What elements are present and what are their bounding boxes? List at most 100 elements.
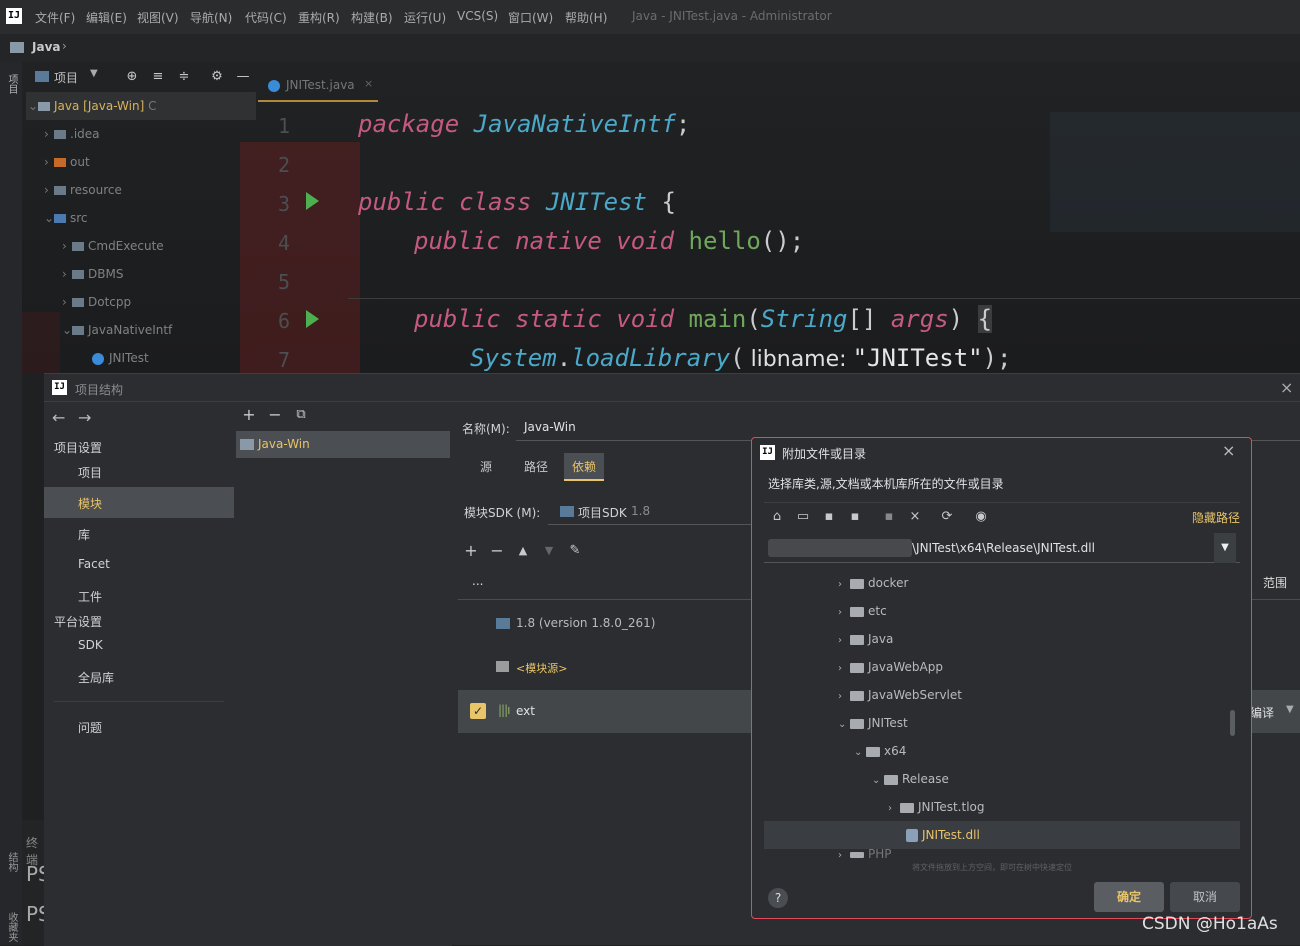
line-number: 2 (278, 153, 291, 177)
menu-file[interactable]: 文件(F) (35, 9, 75, 26)
chevron-right-icon: › (62, 39, 67, 53)
nav-item-global-libraries[interactable]: 全局库 (78, 669, 114, 686)
remove-dependency-icon[interactable]: − (488, 542, 506, 560)
module-icon (240, 439, 254, 450)
tree-item[interactable]: › etc (838, 597, 1240, 625)
hide-path-link[interactable]: 隐藏路径 (1192, 509, 1240, 526)
path-input[interactable]: \JNITest\x64\Release\JNITest.dll ▼ (764, 533, 1240, 563)
show-hidden-icon[interactable]: ◉ (972, 508, 990, 526)
new-folder-icon[interactable]: ▪ (880, 508, 898, 526)
gear-icon[interactable]: ⚙ (208, 68, 226, 86)
copy-icon[interactable]: ⧉ (292, 406, 310, 424)
menu-run[interactable]: 运行(U) (404, 9, 446, 26)
tree-item[interactable]: ⌄ Release (872, 765, 1240, 793)
scope-select[interactable]: 编译 (1250, 704, 1274, 721)
menu-window[interactable]: 窗口(W) (508, 9, 553, 26)
tree-item[interactable]: › Java (838, 625, 1240, 653)
project-view-label[interactable]: 项目 (54, 69, 78, 86)
editor-tab[interactable]: JNITest.java × (258, 72, 378, 102)
tree-item[interactable]: ⌄ x64 (854, 737, 1240, 765)
delete-icon[interactable]: × (906, 508, 924, 526)
remove-icon[interactable]: − (266, 406, 284, 424)
add-icon[interactable]: + (240, 406, 258, 424)
tree-item[interactable]: › JNITest.tlog (888, 793, 1240, 821)
nav-item-sdk[interactable]: SDK (78, 638, 103, 652)
cancel-button[interactable]: 取消 (1170, 882, 1240, 912)
back-arrow-icon[interactable]: ← (52, 408, 65, 427)
project-dir-icon[interactable]: ▪ (820, 508, 838, 526)
move-up-icon[interactable]: ▲ (514, 542, 532, 560)
favorites-side-tab[interactable]: 收藏夹 (4, 912, 19, 942)
module-row[interactable]: Java-Win (236, 431, 450, 458)
tree-item[interactable]: › JavaWebApp (838, 653, 1240, 681)
chevron-down-icon[interactable]: ▼ (90, 68, 98, 79)
tree-row-cmdexecute[interactable]: › CmdExecute (62, 232, 164, 260)
project-side-tab[interactable]: 项目 (4, 74, 19, 94)
tree-row-dotcpp[interactable]: › Dotcpp (62, 288, 131, 316)
nav-item-artifacts[interactable]: 工件 (78, 588, 102, 605)
edit-icon[interactable]: ✎ (566, 542, 584, 560)
menu-vcs[interactable]: VCS(S) (457, 9, 498, 23)
menu-build[interactable]: 构建(B) (351, 9, 393, 26)
sdk-label: 模块SDK (M): (464, 506, 541, 520)
expand-all-icon[interactable]: ≡ (149, 68, 167, 86)
tab-dependencies[interactable]: 依赖 (564, 453, 605, 481)
nav-item-modules[interactable]: 模块 (78, 495, 102, 512)
tree-item-selected[interactable]: JNITest.dll (764, 821, 1240, 849)
tree-row-resource[interactable]: › resource (44, 176, 122, 204)
menu-view[interactable]: 视图(V) (137, 9, 179, 26)
tree-item[interactable]: ⌄ JNITest (838, 709, 1240, 737)
section-project-settings: 项目设置 (54, 441, 103, 455)
nav-item-libraries[interactable]: 库 (78, 526, 90, 543)
home-icon[interactable]: ⌂ (768, 508, 786, 526)
hide-icon[interactable]: — (234, 68, 252, 86)
nav-item-project[interactable]: 项目 (78, 464, 102, 481)
tab-sources[interactable]: 源 (472, 453, 500, 481)
nav-item-problems[interactable]: 问题 (78, 719, 102, 736)
close-icon[interactable]: × (1280, 378, 1293, 397)
chevron-down-icon[interactable]: ▼ (1214, 533, 1236, 563)
run-gutter-icon[interactable] (306, 192, 319, 210)
tree-row-src[interactable]: ⌄ src (44, 204, 88, 232)
tree-row-javanativeintf[interactable]: ⌄ JavaNativeIntf (62, 316, 172, 344)
forward-arrow-icon[interactable]: → (78, 408, 91, 427)
tree-row-dbms[interactable]: › DBMS (62, 260, 123, 288)
sdk-select[interactable]: 项目SDK (578, 504, 627, 521)
code-editor[interactable]: 1 2 3 4 5 6 7 package JavaNativeIntf; pu… (260, 104, 1300, 373)
line-number: 3 (278, 192, 291, 216)
line-number: 7 (278, 348, 291, 372)
tree-row-idea[interactable]: › .idea (44, 120, 100, 148)
tree-row-out[interactable]: › out (44, 148, 90, 176)
refresh-icon[interactable]: ⟳ (938, 508, 956, 526)
close-icon[interactable]: × (364, 77, 373, 90)
move-down-icon[interactable]: ▼ (540, 542, 558, 560)
method-separator (348, 298, 1300, 299)
name-input[interactable]: Java-Win (524, 420, 576, 434)
add-dependency-icon[interactable]: + (462, 542, 480, 560)
module-dir-icon[interactable]: ▪ (846, 508, 864, 526)
run-gutter-icon[interactable] (306, 310, 319, 328)
ok-button[interactable]: 确定 (1094, 882, 1164, 912)
structure-side-tab[interactable]: 结构 (4, 852, 19, 872)
locate-icon[interactable]: ⊕ (123, 68, 141, 86)
menu-refactor[interactable]: 重构(R) (298, 9, 340, 26)
menu-help[interactable]: 帮助(H) (565, 9, 607, 26)
chevron-down-icon[interactable]: ▼ (1286, 704, 1294, 715)
desktop-icon[interactable]: ▭ (794, 508, 812, 526)
help-icon[interactable]: ? (768, 888, 788, 908)
tree-row-root[interactable]: ⌄ Java [Java-Win] C (26, 92, 256, 120)
tree-item-partial[interactable]: › PHP (838, 849, 1240, 859)
tree-item[interactable]: › docker (838, 569, 1240, 597)
menu-navigate[interactable]: 导航(N) (190, 9, 232, 26)
close-icon[interactable]: × (1222, 441, 1235, 460)
menu-code[interactable]: 代码(C) (245, 9, 287, 26)
tree-row-jnitest[interactable]: JNITest (92, 344, 149, 372)
breadcrumb-project[interactable]: Java (32, 40, 60, 54)
menu-edit[interactable]: 编辑(E) (86, 9, 127, 26)
collapse-all-icon[interactable]: ≑ (175, 68, 193, 86)
tree-item[interactable]: › JavaWebServlet (838, 681, 1240, 709)
export-checkbox[interactable]: ✓ (470, 703, 486, 719)
nav-item-facets[interactable]: Facet (78, 557, 110, 571)
tab-paths[interactable]: 路径 (516, 453, 556, 481)
scrollbar-thumb[interactable] (1230, 710, 1235, 736)
